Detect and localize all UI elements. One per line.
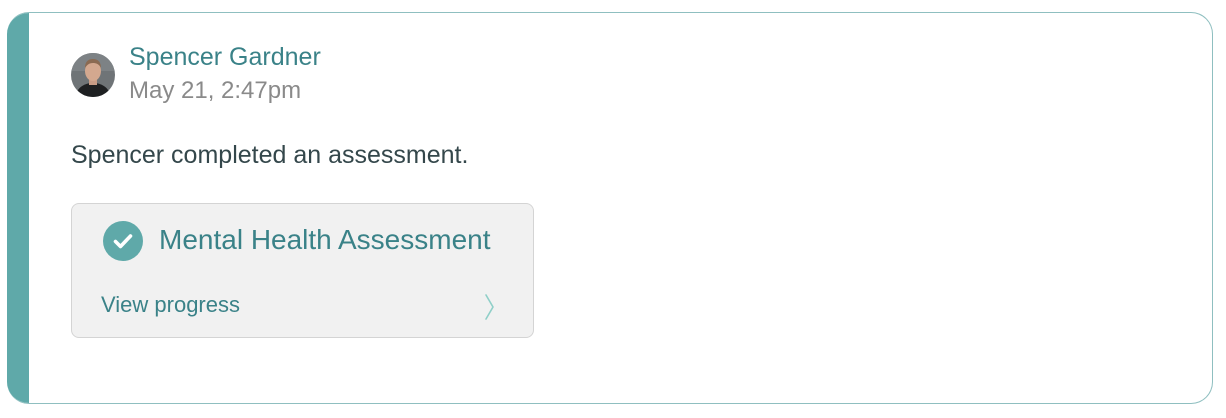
activity-card: Spencer Gardner May 21, 2:47pm Spencer c… (7, 12, 1213, 404)
card-accent-bar (7, 13, 29, 403)
check-circle-icon (103, 221, 143, 261)
author-name[interactable]: Spencer Gardner (129, 43, 321, 72)
avatar-photo (71, 53, 115, 97)
chevron-right-icon[interactable] (483, 292, 497, 322)
avatar[interactable] (71, 53, 115, 97)
post-timestamp: May 21, 2:47pm (129, 77, 302, 104)
view-progress-link[interactable]: View progress (101, 292, 240, 318)
assessment-tile[interactable]: Mental Health Assessment View progress (71, 203, 534, 338)
activity-description: Spencer completed an assessment. (71, 141, 469, 169)
assessment-title: Mental Health Assessment (159, 224, 491, 255)
